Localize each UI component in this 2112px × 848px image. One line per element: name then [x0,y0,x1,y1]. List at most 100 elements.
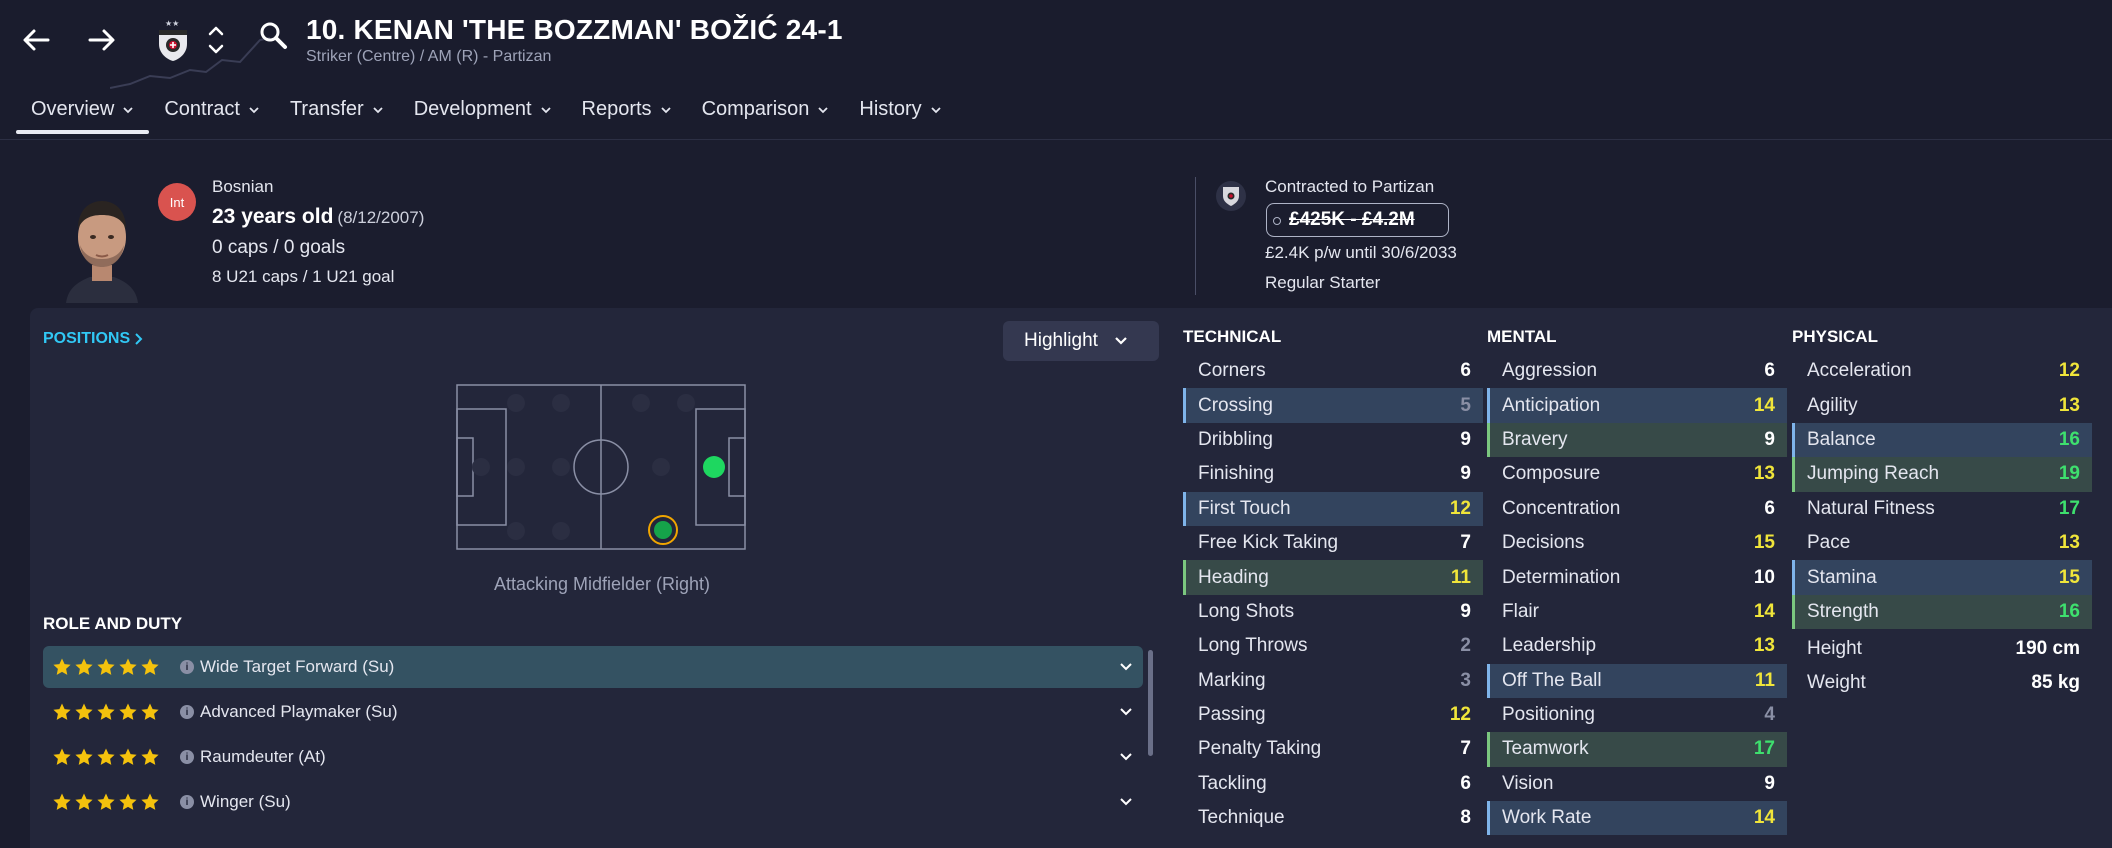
tab-contract[interactable]: Contract [149,92,275,134]
attribute-row[interactable]: Decisions 15 [1487,526,1787,560]
club-badge-small-icon[interactable] [1216,181,1246,211]
attribute-row[interactable]: Composure 13 [1487,457,1787,491]
chevron-down-icon[interactable] [1119,750,1133,764]
star-icon [118,747,138,767]
positions-link[interactable]: POSITIONS [43,330,144,348]
chevron-down-icon[interactable] [1119,795,1133,809]
attribute-row[interactable]: Pace 13 [1792,526,2092,560]
attribute-row[interactable]: Natural Fitness 17 [1792,492,2092,526]
player-face-avatar[interactable] [56,189,148,303]
attribute-row[interactable]: First Touch 12 [1183,491,1483,526]
attribute-row[interactable]: Marking 3 [1183,664,1483,698]
attribute-row[interactable]: Aggression 6 [1487,354,1787,388]
tab-comparison[interactable]: Comparison [687,92,845,134]
role-row[interactable]: i Advanced Playmaker (Su) [43,691,1143,733]
star-icon [96,657,116,677]
svg-text:★★: ★★ [165,19,179,28]
tab-history[interactable]: History [844,92,956,134]
attribute-name: Passing [1198,704,1266,726]
tab-reports[interactable]: Reports [567,92,687,134]
attribute-row[interactable]: Concentration 6 [1487,492,1787,526]
attribute-row[interactable]: Anticipation 14 [1487,388,1787,423]
star-icon [74,792,94,812]
attribute-value: 14 [1753,394,1775,416]
chevron-down-icon [123,107,133,114]
position-pitch[interactable] [456,384,748,554]
chevron-down-icon [249,107,259,114]
role-row[interactable]: i Wide Target Forward (Su) [43,646,1143,688]
attribute-value: 11 [1450,566,1471,588]
chevron-down-icon[interactable] [1119,705,1133,719]
club-badge-icon[interactable]: ★★ [156,18,190,62]
attribute-row[interactable]: Long Shots 9 [1183,595,1483,629]
info-icon[interactable]: i [180,705,194,719]
info-icon[interactable]: i [180,660,194,674]
tab-transfer[interactable]: Transfer [275,92,399,134]
international-badge: Int [158,183,196,221]
attribute-value: 9 [1460,600,1471,622]
star-icon [96,792,116,812]
mental-attributes: MENTAL Aggression 6 Anticipation 14 Bravery 9 C… [1487,322,1787,836]
attribute-row[interactable]: Leadership 13 [1487,629,1787,663]
attribute-row[interactable]: Work Rate 14 [1487,801,1787,836]
attribute-value: 9 [1764,772,1775,794]
star-icon [118,702,138,722]
highlight-dropdown[interactable]: Highlight [1003,321,1159,361]
attribute-row[interactable]: Dribbling 9 [1183,423,1483,457]
attribute-row[interactable]: Bravery 9 [1487,422,1787,458]
attribute-row[interactable]: Finishing 9 [1183,457,1483,491]
attribute-row[interactable]: Heading 11 [1183,560,1483,595]
chevron-down-icon[interactable] [1119,660,1133,674]
attribute-row[interactable]: Positioning 4 [1487,698,1787,732]
tab-development[interactable]: Development [399,92,567,134]
attribute-row[interactable]: Tackling 6 [1183,767,1483,801]
attribute-name: Long Throws [1198,635,1308,657]
attribute-row[interactable]: Off The Ball 11 [1487,663,1787,698]
attribute-row[interactable]: Passing 12 [1183,698,1483,732]
info-icon[interactable]: i [180,795,194,809]
attribute-row[interactable]: Technique 8 [1183,801,1483,835]
attribute-name: Positioning [1502,704,1595,726]
attribute-value: 15 [2058,566,2080,588]
attribute-row[interactable]: Corners 6 [1183,354,1483,388]
mental-heading: MENTAL [1487,327,1557,346]
role-rating-stars [52,792,160,812]
tab-bar: Overview Contract Transfer Development R… [16,92,957,134]
attribute-row[interactable]: Agility 13 [1792,388,2092,422]
info-name: Height [1807,638,1862,660]
attribute-value: 2 [1460,635,1471,657]
info-icon[interactable]: i [180,750,194,764]
attribute-name: Agility [1807,394,1858,416]
attribute-row[interactable]: Flair 14 [1487,595,1787,629]
attribute-row[interactable]: Vision 9 [1487,767,1787,801]
star-icon [140,657,160,677]
player-switcher-icon[interactable] [206,20,226,60]
role-row[interactable]: i Raumdeuter (At) [43,736,1143,778]
search-icon[interactable] [258,20,294,56]
attribute-name: Work Rate [1502,807,1592,829]
attribute-row[interactable]: Teamwork 17 [1487,732,1787,767]
star-icon [74,702,94,722]
wage: £2.4K p/w until 30/6/2033 [1265,243,1457,262]
attribute-row[interactable]: Strength 16 [1792,594,2092,630]
attribute-row[interactable]: Acceleration 12 [1792,354,2092,388]
attribute-row[interactable]: Long Throws 2 [1183,629,1483,663]
physical-info-row: Height 190 cm [1792,632,2092,666]
star-icon [74,747,94,767]
attribute-name: Balance [1807,428,1876,450]
star-icon [96,747,116,767]
attribute-row[interactable]: Jumping Reach 19 [1792,457,2092,492]
back-arrow-icon[interactable] [16,20,56,60]
attribute-row[interactable]: Free Kick Taking 7 [1183,526,1483,560]
transfer-value[interactable]: £425K - £4.2M [1266,203,1449,237]
attribute-row[interactable]: Penalty Taking 7 [1183,732,1483,766]
tab-overview[interactable]: Overview [16,92,150,134]
attribute-row[interactable]: Crossing 5 [1183,388,1483,423]
attribute-name: Finishing [1198,463,1275,485]
role-list-scrollbar[interactable] [1148,650,1153,756]
date-of-birth: (8/12/2007) [337,208,425,227]
attribute-row[interactable]: Determination 10 [1487,560,1787,594]
attribute-row[interactable]: Stamina 15 [1792,560,2092,595]
role-row[interactable]: i Winger (Su) [43,781,1143,823]
attribute-row[interactable]: Balance 16 [1792,422,2092,458]
